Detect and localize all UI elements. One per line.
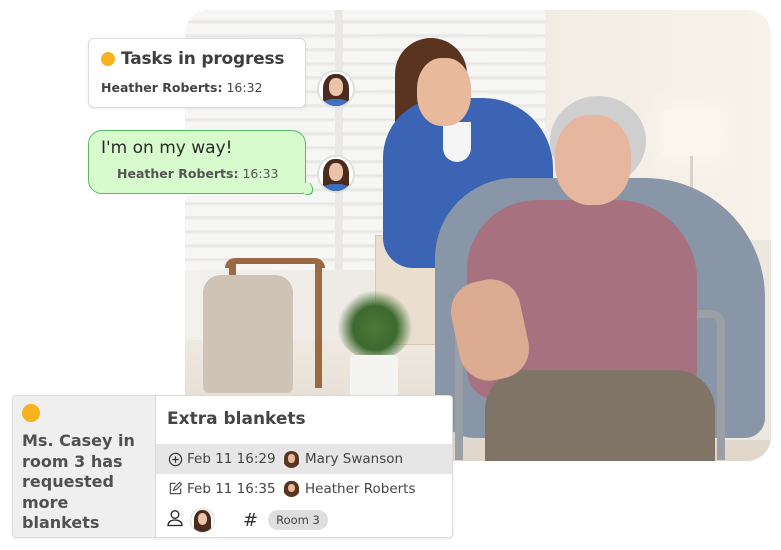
assignment-row: # Room 3 — [156, 504, 452, 537]
room-tag[interactable]: Room 3 — [268, 510, 328, 531]
edit-icon — [167, 481, 183, 497]
avatar-heather-roberts-chat[interactable] — [317, 155, 355, 193]
request-title: Extra blankets — [167, 409, 306, 429]
chat-message-meta: Heather Roberts: 16:33 — [117, 166, 293, 181]
mary-swanson-avatar — [283, 450, 300, 468]
status-dot-icon — [22, 404, 40, 422]
created-date: Feb 11 16:29 — [187, 451, 276, 468]
tasks-title-row: Tasks in progress — [101, 49, 293, 69]
woman-face — [555, 115, 631, 205]
tasks-title: Tasks in progress — [121, 49, 285, 69]
chat-author: Heather Roberts: — [117, 166, 239, 181]
chat-time: 16:33 — [242, 166, 279, 181]
nurse-undershirt — [443, 122, 471, 162]
tasks-author: Heather Roberts — [101, 80, 218, 95]
heather-roberts-avatar — [283, 480, 300, 498]
hash-icon: # — [243, 509, 259, 531]
created-row[interactable]: Feb 11 16:29 Mary Swanson — [156, 444, 452, 474]
request-details-panel: Extra blankets Feb 11 16:29 Mary Swanson… — [156, 396, 452, 537]
edited-date: Feb 11 16:35 — [187, 480, 276, 497]
request-summary-panel: Ms. Casey in room 3 has requested more b… — [13, 396, 156, 537]
tasks-separator: : — [217, 80, 223, 95]
avatar-heather-roberts[interactable] — [317, 70, 355, 108]
edited-by: Heather Roberts — [305, 480, 416, 497]
nurse-face — [417, 58, 471, 126]
plant-pot — [350, 355, 398, 397]
created-by: Mary Swanson — [305, 451, 404, 468]
lamp — [663, 110, 721, 156]
request-description: Ms. Casey in room 3 has requested more b… — [22, 431, 135, 532]
status-dot-icon — [101, 52, 115, 66]
tasks-meta: Heather Roberts: 16:32 — [101, 80, 293, 95]
person-icon — [166, 509, 184, 531]
assignee-avatar[interactable] — [190, 507, 215, 533]
tasks-in-progress-card[interactable]: Tasks in progress Heather Roberts: 16:32 — [88, 38, 306, 108]
plant — [335, 280, 415, 360]
plus-circle-icon — [167, 451, 183, 467]
cloth-on-chair — [203, 275, 293, 393]
tasks-time: 16:32 — [226, 80, 263, 95]
chat-message-bubble[interactable]: I'm on my way! Heather Roberts: 16:33 — [88, 130, 318, 195]
request-card[interactable]: Ms. Casey in room 3 has requested more b… — [12, 395, 453, 538]
edited-row[interactable]: Feb 11 16:35 Heather Roberts — [156, 474, 452, 504]
chat-message-text: I'm on my way! — [101, 138, 233, 158]
woman-pants — [485, 370, 715, 461]
window-frame — [335, 10, 343, 270]
